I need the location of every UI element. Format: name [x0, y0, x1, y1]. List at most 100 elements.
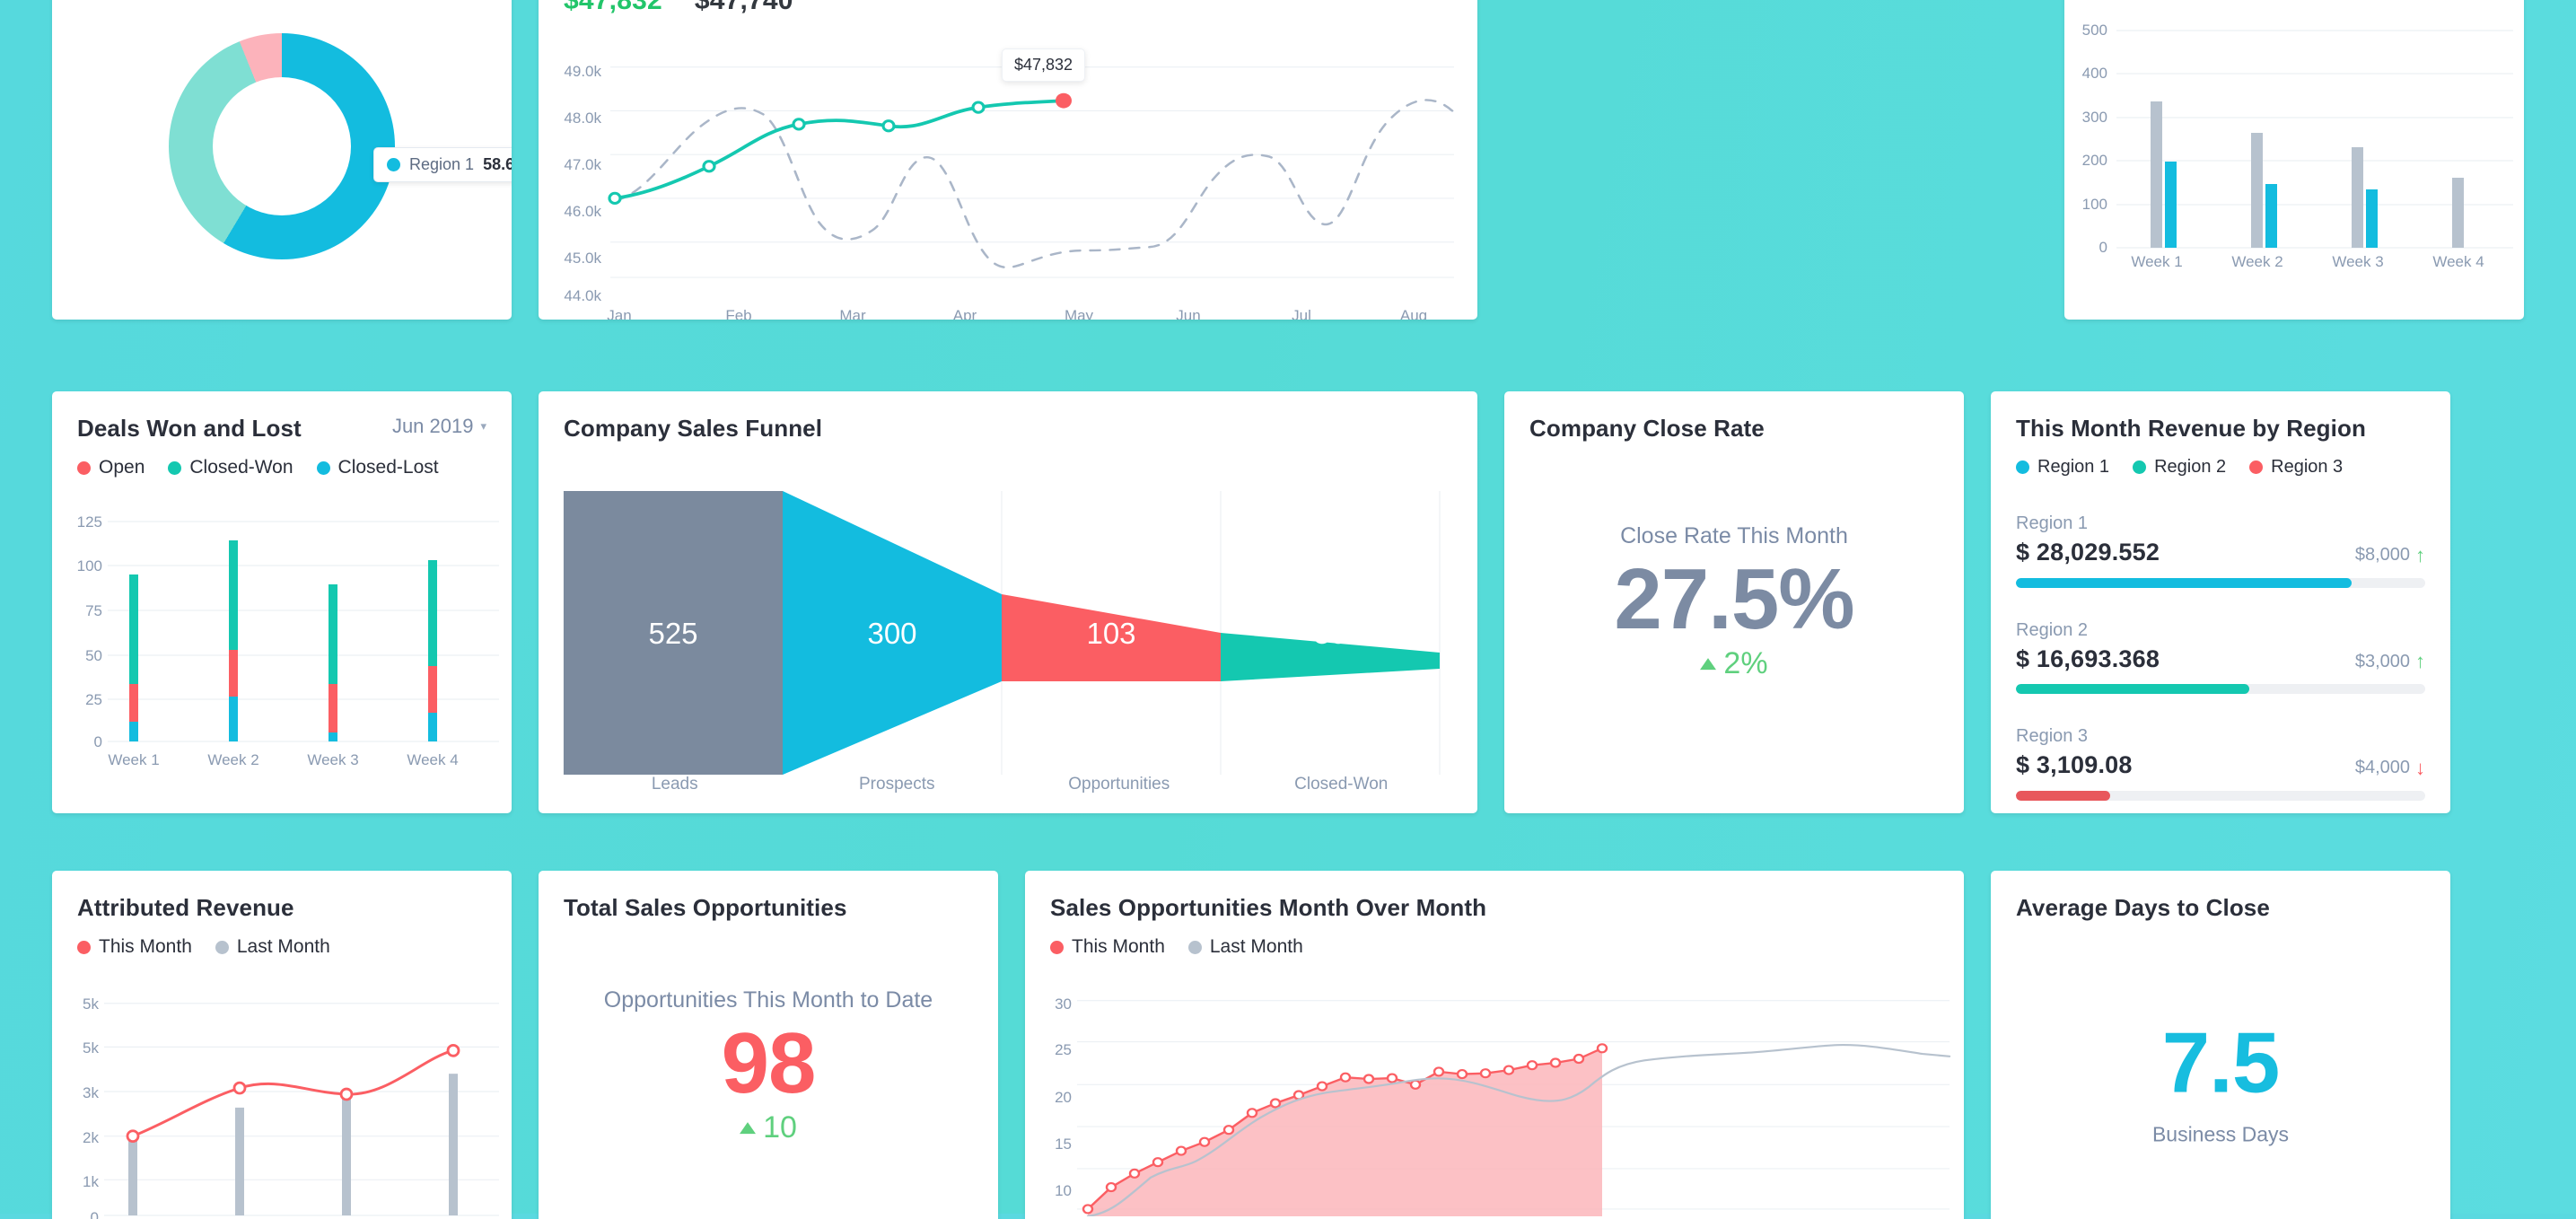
funnel-label-leads: Leads — [651, 775, 698, 794]
region-row-value: $ 16,693.368 — [2016, 645, 2160, 672]
xtick-apr: Apr — [952, 307, 977, 320]
revenue-highlight-point[interactable] — [1056, 92, 1072, 109]
funnel-value-closed-won: 33 — [1314, 617, 1347, 650]
kpi-previous-value: $47,740 — [694, 0, 793, 15]
card-close-rate: Company Close Rate Close Rate This Month… — [1504, 391, 1964, 813]
legend-label-this-month: This Month — [99, 936, 192, 957]
legend-item-closed-won[interactable]: Closed-Won — [168, 457, 294, 478]
region-row-name: Region 2 — [2016, 619, 2089, 640]
legend-dot-region-1 — [2016, 460, 2029, 474]
deals-svg — [108, 521, 499, 742]
total-opps-delta-value: 10 — [763, 1110, 797, 1145]
region-row-progress — [2016, 684, 2425, 694]
revenue-line-plot: 49.0k 48.0k 47.0k 46.0k 45.0k 44.0k $47,… — [539, 22, 1477, 320]
legend-dot-last-month — [215, 940, 229, 954]
legend-item-region-3[interactable]: Region 3 — [2249, 457, 2343, 478]
mom-card-title: Sales Opportunities Month Over Month — [1050, 894, 1487, 921]
deals-ytick-25: 25 — [85, 691, 102, 708]
xtick-jul: Jul — [1292, 307, 1311, 320]
legend-dot-mom-last-month — [1187, 940, 1202, 954]
ytick-45k: 45.0k — [564, 250, 601, 267]
ytick-48k: 48.0k — [564, 110, 601, 127]
deals-card-header: Deals Won and Lost Jun 2019 ▾ — [52, 391, 512, 443]
funnel-card-title: Company Sales Funnel — [564, 415, 823, 442]
attributed-svg — [104, 1003, 499, 1216]
revenue-kpis: $47,832 $47,740 — [539, 0, 1477, 16]
legend-item-open[interactable]: Open — [77, 457, 145, 478]
attr-ytick-5k: 5k — [83, 1039, 99, 1057]
deals-ytick-75: 75 — [85, 602, 102, 619]
card-deals-won-lost: Deals Won and Lost Jun 2019 ▾ Open Close… — [52, 391, 512, 813]
weekly-bars-svg — [2116, 30, 2513, 249]
card-average-days-to-close: Average Days to Close 7.5 Business Days — [1991, 871, 2450, 1219]
deals-period-selector[interactable]: Jun 2019 ▾ — [392, 415, 486, 438]
total-opps-metric: Opportunities This Month to Date 98 10 — [539, 988, 998, 1146]
donut-tooltip-value: 58.6% — [483, 155, 512, 173]
region-row-delta: $4,000 ↓ — [2355, 757, 2425, 780]
revenue-data-points — [608, 101, 986, 205]
dashboard-row-1: Region 1 58.6% $47,832 $47,740 49.0k 48.… — [52, 0, 2524, 341]
mom-legend: This Month Last Month — [1025, 922, 1964, 958]
wbar-xtick-week4: Week 4 — [2432, 253, 2484, 270]
ytick-44k: 44.0k — [564, 287, 601, 304]
deals-bar-week4 — [428, 560, 437, 741]
funnel-label-opportunities: Opportunities — [1068, 775, 1170, 794]
region-row-delta-value: $4,000 — [2354, 758, 2410, 777]
total-opps-delta: 10 — [539, 1110, 998, 1145]
legend-item-region-1[interactable]: Region 1 — [2016, 457, 2109, 478]
deals-xtick-week1: Week 1 — [108, 751, 160, 768]
legend-label-region-1: Region 1 — [2037, 457, 2110, 477]
close-rate-value: 27.5% — [1614, 551, 1854, 648]
legend-label-closed-won: Closed-Won — [189, 457, 294, 478]
region-rows: Region 1 $ 28,029.552 $8,000 ↑ Region 2 — [1991, 478, 2450, 801]
days-close-sub: Business Days — [2151, 1122, 2290, 1146]
card-opps-month-over-month: Sales Opportunities Month Over Month Thi… — [1025, 871, 1964, 1219]
legend-dot-region-2 — [2133, 460, 2147, 474]
dashboard-row-3: Attributed Revenue This Month Last Month… — [52, 871, 2524, 1219]
days-close-card-header: Average Days to Close — [1991, 871, 2450, 922]
legend-label-open: Open — [99, 457, 145, 478]
wbar-ytick-0: 0 — [2098, 239, 2107, 256]
dashboard-row-2: Deals Won and Lost Jun 2019 ▾ Open Close… — [52, 391, 2524, 828]
funnel-label-closed-won: Closed-Won — [1294, 775, 1389, 794]
close-rate-card-header: Company Close Rate — [1504, 391, 1964, 443]
region-card-header: This Month Revenue by Region — [1991, 391, 2450, 443]
legend-item-mom-last-month[interactable]: Last Month — [1187, 936, 1303, 958]
days-close-metric: 7.5 Business Days — [1991, 1017, 2450, 1147]
deals-ytick-0: 0 — [93, 733, 102, 750]
kpi-current-value: $47,832 — [564, 0, 662, 15]
wbar-ytick-300: 300 — [2081, 109, 2107, 126]
card-sales-funnel: Company Sales Funnel 525 300 103 33 Lead… — [539, 391, 1477, 813]
xtick-jun: Jun — [1176, 307, 1201, 320]
region-row: Region 3 $ 3,109.08 $4,000 ↓ — [2016, 726, 2425, 801]
mom-svg — [1077, 1000, 1951, 1216]
deals-legend: Open Closed-Won Closed-Lost — [52, 443, 512, 478]
legend-item-mom-this-month[interactable]: This Month — [1050, 936, 1165, 958]
xtick-jan: Jan — [607, 307, 632, 320]
ytick-46k: 46.0k — [564, 203, 601, 220]
legend-dot-region-3 — [2249, 460, 2264, 474]
funnel-chart: 525 300 103 33 Leads Prospects Opportuni… — [539, 482, 1477, 794]
card-revenue-by-region: This Month Revenue by Region Region 1 Re… — [1991, 391, 2450, 813]
xtick-feb: Feb — [725, 307, 752, 320]
revenue-line-tooltip: $47,832 — [1002, 48, 1086, 82]
revenue-this-year-line — [613, 99, 1065, 200]
legend-label-last-month: Last Month — [236, 936, 330, 957]
dashboard-root: Region 1 58.6% $47,832 $47,740 49.0k 48.… — [0, 0, 2576, 1219]
total-opps-caption: Opportunities This Month to Date — [603, 987, 933, 1013]
legend-label-region-2: Region 2 — [2154, 457, 2227, 477]
legend-label-mom-this-month: This Month — [1072, 936, 1165, 957]
region-row-progress-fill — [2016, 684, 2249, 694]
legend-item-closed-lost[interactable]: Closed-Lost — [316, 457, 439, 478]
wbar-ytick-100: 100 — [2081, 196, 2107, 213]
wbar-xtick-week2: Week 2 — [2231, 253, 2283, 270]
legend-item-region-2[interactable]: Region 2 — [2133, 457, 2226, 478]
days-close-card-title: Average Days to Close — [2016, 894, 2270, 921]
xtick-mar: Mar — [839, 307, 866, 320]
attributed-card-title: Attributed Revenue — [77, 894, 294, 921]
deals-xtick-week3: Week 3 — [307, 751, 359, 768]
legend-label-region-3: Region 3 — [2271, 457, 2344, 477]
legend-item-this-month[interactable]: This Month — [77, 936, 192, 958]
legend-item-last-month[interactable]: Last Month — [215, 936, 330, 958]
funnel-value-prospects: 300 — [867, 617, 916, 650]
